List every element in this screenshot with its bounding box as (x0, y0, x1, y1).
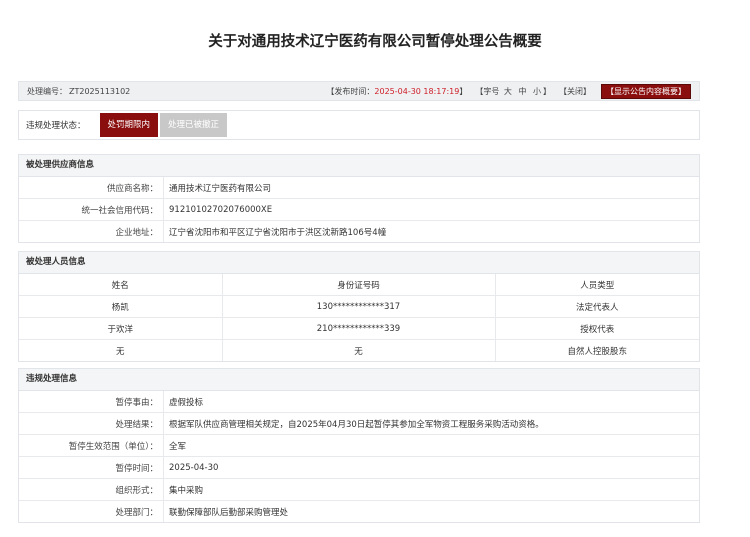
publish-time-value: 2025-04-30 18:17:19 (374, 86, 460, 96)
supplier-heading: 被处理供应商信息 (19, 155, 699, 177)
person-type: 法定代表人 (495, 295, 699, 318)
person-id: 无 (222, 339, 496, 361)
credit-code-value: 91210102702076000XE (163, 198, 699, 221)
record-info: 处理编号： ZT2025113102 (27, 86, 132, 97)
department-value: 联勤保障部队后勤部采购管理处 (169, 507, 289, 518)
person-name: 杨凯 (19, 295, 223, 318)
table-row: 无 无 自然人控股股东 (19, 339, 699, 361)
table-row: 企业地址： 辽宁省沈阳市和平区辽宁省沈阳市于洪区沈新路106号4幢 (19, 220, 699, 242)
supplier-section: 被处理供应商信息 供应商名称： 通用技术辽宁医药有限公司 统一社会信用代码： 9… (18, 154, 700, 243)
department-label: 处理部门： (19, 500, 164, 522)
suspension-date-value: 2025-04-30 (163, 456, 699, 479)
scope-label: 暂停生效范围（单位）： (19, 434, 164, 457)
result-value: 根据军队供应商管理相关规定，自2025年04月30日起暂停其参加全军物资工程服务… (163, 412, 699, 435)
table-row: 统一社会信用代码： 91210102702076000XE (19, 198, 699, 221)
page: 关于对通用技术辽宁医药有限公司暂停处理公告概要 处理编号： ZT202511310… (0, 0, 750, 537)
table-row: 处理部门： 联勤保障部队后勤部采购管理处 (19, 500, 699, 522)
person-type: 自然人控股股东 (567, 346, 627, 357)
violation-section: 违规处理信息 暂停事由： 虚假投标 处理结果： 根据军队供应商管理相关规定，自2… (18, 368, 700, 523)
violation-table: 暂停事由： 虚假投标 处理结果： 根据军队供应商管理相关规定，自2025年04月… (19, 391, 699, 522)
table-row: 处理结果： 根据军队供应商管理相关规定，自2025年04月30日起暂停其参加全军… (19, 412, 699, 435)
record-label: 处理编号： (27, 86, 67, 96)
person-id: 210************339 (222, 317, 496, 340)
organization-form-label: 组织形式： (19, 478, 164, 501)
in-penalty-period-button[interactable]: 处罚期限内 (99, 113, 159, 137)
page-title: 关于对通用技术辽宁医药有限公司暂停处理公告概要 (208, 34, 542, 50)
persons-section: 被处理人员信息 姓名 身份证号码 人员类型 杨凯 130************… (18, 251, 700, 362)
show-summary-button[interactable]: 【显示公告内容概要】 (601, 83, 691, 99)
organization-form-value: 集中采购 (163, 478, 699, 501)
table-row: 杨凯 130************317 法定代表人 (19, 295, 699, 318)
suspension-reason-label: 暂停事由： (19, 391, 164, 413)
close-link[interactable]: 【关闭】 (559, 86, 591, 97)
person-name: 无 (19, 339, 223, 361)
address-label: 企业地址： (19, 220, 164, 242)
persons-heading: 被处理人员信息 (19, 252, 699, 274)
table-header-row: 姓名 身份证号码 人员类型 (19, 274, 699, 296)
meta-bar: 处理编号： ZT2025113102 【发布时间：2025-04-30 18:17… (18, 81, 700, 101)
publish-time: 【发布时间：2025-04-30 18:17:19】 (326, 86, 468, 96)
font-large-link[interactable]: 大 (504, 87, 512, 96)
credit-code-label: 统一社会信用代码： (19, 198, 164, 221)
table-row: 组织形式： 集中采购 (19, 478, 699, 501)
violation-heading: 违规处理信息 (19, 369, 699, 391)
table-row: 暂停生效范围（单位）： 全军 (19, 434, 699, 457)
supplier-name-label: 供应商名称： (19, 177, 164, 199)
font-small-link[interactable]: 小 (533, 87, 541, 96)
person-type: 授权代表 (495, 317, 699, 340)
supplier-table: 供应商名称： 通用技术辽宁医药有限公司 统一社会信用代码： 9121010270… (19, 177, 699, 242)
scope-value: 全军 (163, 434, 699, 457)
result-label: 处理结果： (19, 412, 164, 435)
font-size-controls: 【字号 大 中 小】 (475, 86, 551, 96)
supplier-name-value: 通用技术辽宁医药有限公司 (163, 177, 699, 199)
person-name: 于欢洋 (19, 317, 223, 340)
address-value: 辽宁省沈阳市和平区辽宁省沈阳市于洪区沈新路106号4幢 (169, 227, 387, 238)
column-header-name: 姓名 (19, 274, 223, 296)
persons-table: 姓名 身份证号码 人员类型 杨凯 130************317 法定代表… (19, 274, 699, 361)
table-row: 暂停时间： 2025-04-30 (19, 456, 699, 479)
meta-tools: 【发布时间：2025-04-30 18:17:19】 【字号 大 中 小】 【关… (318, 83, 691, 99)
suspension-date-label: 暂停时间： (19, 456, 164, 479)
table-row: 暂停事由： 虚假投标 (19, 391, 699, 413)
revoked-button[interactable]: 处理已被撤正 (160, 113, 228, 137)
person-id: 130************317 (222, 295, 496, 318)
status-label: 违规处理状态： (26, 121, 86, 131)
column-header-type: 人员类型 (495, 274, 699, 296)
table-row: 于欢洋 210************339 授权代表 (19, 317, 699, 340)
column-header-id: 身份证号码 (222, 274, 496, 296)
record-number: ZT2025113102 (69, 86, 131, 96)
violation-status: 违规处理状态： 处罚期限内 处理已被撤正 (18, 110, 700, 140)
suspension-reason-value: 虚假投标 (163, 391, 699, 413)
table-row: 供应商名称： 通用技术辽宁医药有限公司 (19, 177, 699, 199)
font-medium-link[interactable]: 中 (518, 87, 526, 96)
